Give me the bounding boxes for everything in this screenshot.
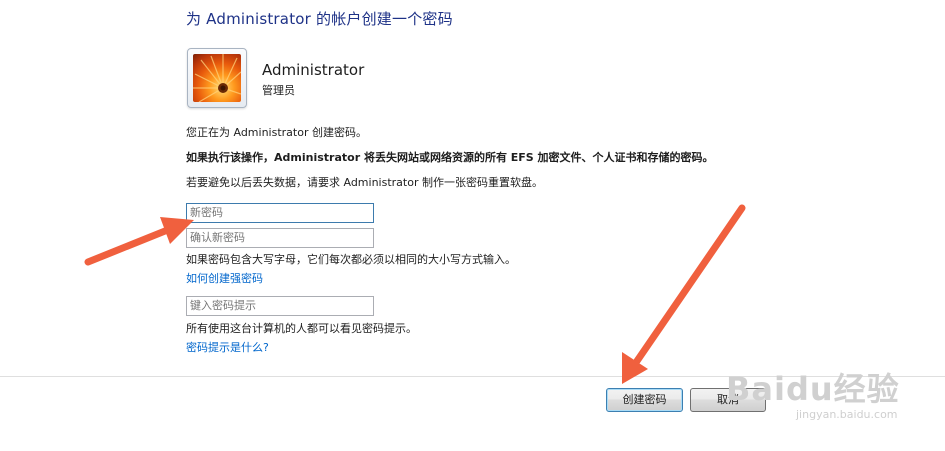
strong-password-link[interactable]: 如何创建强密码 xyxy=(186,270,263,286)
new-password-field[interactable] xyxy=(186,203,374,223)
info-text: 您正在为 Administrator 创建密码。 xyxy=(186,126,367,139)
password-hint-field[interactable] xyxy=(186,296,374,316)
password-hint-help-link[interactable]: 密码提示是什么? xyxy=(186,339,269,355)
user-name: Administrator xyxy=(262,61,365,79)
watermark-url: jingyan.baidu.com xyxy=(796,408,898,421)
create-password-button[interactable]: 创建密码 xyxy=(606,388,683,412)
flower-user-picture-icon xyxy=(193,54,241,102)
user-picture-frame xyxy=(187,48,247,108)
reset-disk-text: 若要避免以后丢失数据，请要求 Administrator 制作一张密码重置软盘。 xyxy=(186,176,543,189)
annotation-arrows xyxy=(84,204,746,384)
hint-visibility-note: 所有使用这台计算机的人都可以看见密码提示。 xyxy=(186,322,417,335)
confirm-password-field[interactable] xyxy=(186,228,374,248)
cancel-button[interactable]: 取消 xyxy=(690,388,766,412)
arrow-to-new-password-icon xyxy=(84,217,194,266)
case-sensitivity-note: 如果密码包含大写字母，它们每次都必须以相同的大小写方式输入。 xyxy=(186,253,516,266)
page-title: 为 Administrator 的帐户创建一个密码 xyxy=(186,10,453,28)
arrow-to-create-button-icon xyxy=(622,204,746,384)
warning-text: 如果执行该操作，Administrator 将丢失网站或网络资源的所有 EFS … xyxy=(186,151,714,164)
user-role: 管理员 xyxy=(262,84,295,97)
footer-divider xyxy=(0,376,945,377)
